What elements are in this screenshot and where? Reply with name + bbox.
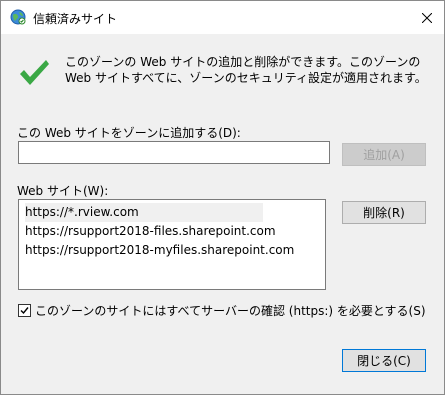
list-item[interactable]: https://rsupport2018-myfiles.sharepoint.… — [25, 241, 294, 260]
zone-info-text: このゾーンの Web サイトの追加と削除ができます。このゾーンの Web サイト… — [65, 55, 427, 85]
list-item[interactable]: https://rsupport2018-files.sharepoint.co… — [25, 222, 276, 241]
dialog-content: このゾーンの Web サイトの追加と削除ができます。このゾーンの Web サイト… — [1, 34, 444, 394]
add-site-label: この Web サイトをゾーンに追加する(D): — [17, 126, 241, 140]
title-bar[interactable]: 信頼済みサイト — [1, 1, 444, 34]
checkmark-icon — [17, 56, 51, 90]
remove-button[interactable]: 削除(R) — [342, 201, 426, 224]
trusted-sites-dialog: 信頼済みサイト このゾーンの Web サイトの追加と削除ができます。このゾーンの… — [0, 0, 445, 395]
https-required-row[interactable]: このゾーンのサイトにはすべてサーバーの確認 (https:) を必要とする(S) — [18, 302, 426, 318]
globe-icon — [10, 9, 26, 25]
websites-label: Web サイト(W): — [17, 184, 109, 198]
close-button[interactable]: 閉じる(C) — [342, 349, 426, 372]
window-title: 信頼済みサイト — [33, 12, 118, 26]
close-icon[interactable] — [410, 1, 444, 34]
list-item[interactable]: https://*.rview.com — [25, 203, 263, 222]
add-button[interactable]: 追加(A) — [342, 143, 426, 166]
https-required-label: このゾーンのサイトにはすべてサーバーの確認 (https:) を必要とする(S) — [35, 303, 426, 318]
websites-list[interactable]: https://*.rview.com https://rsupport2018… — [18, 199, 326, 290]
check-icon — [20, 306, 29, 314]
https-required-checkbox[interactable] — [18, 303, 31, 317]
add-site-input[interactable] — [18, 141, 330, 164]
